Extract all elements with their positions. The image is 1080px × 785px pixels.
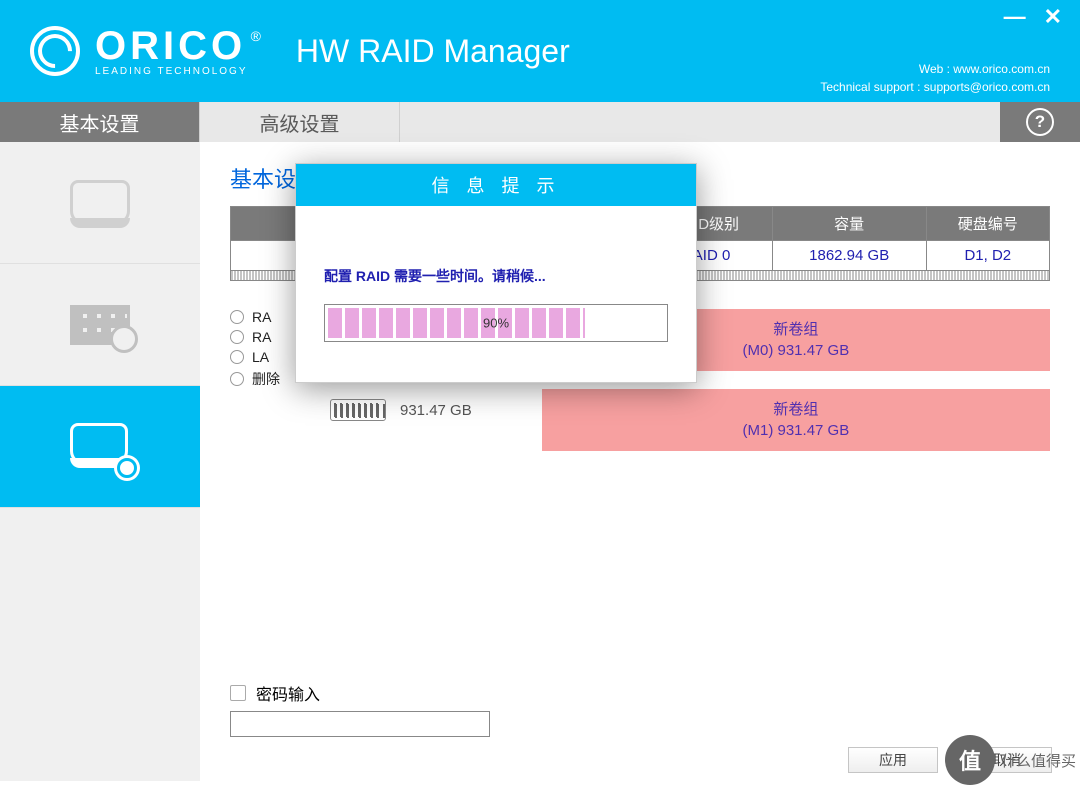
cancel-button[interactable]: 取消 [962, 747, 1052, 773]
radio-icon [230, 350, 244, 364]
password-section: 密码输入 [230, 681, 490, 737]
col-capacity: 容量 [772, 207, 926, 241]
radio-option-1[interactable]: RA [230, 329, 290, 345]
radio-icon [230, 330, 244, 344]
volume-box-1[interactable]: 新卷组 (M1) 931.47 GB [542, 389, 1050, 451]
radio-option-3[interactable]: 删除 [230, 369, 290, 389]
window-controls: — ✕ [1004, 4, 1062, 30]
brand-logo: ORICO ® LEADING TECHNOLOGY HW RAID Manag… [30, 26, 570, 77]
cell-capacity: 1862.94 GB [772, 241, 926, 271]
registered-icon: ® [251, 28, 261, 44]
web-url[interactable]: www.orico.com.cn [953, 62, 1050, 76]
sidebar-item-raid-config[interactable] [0, 386, 200, 508]
app-title: HW RAID Manager [296, 33, 570, 70]
disk-gear-icon [70, 423, 130, 471]
volume-name: 新卷组 [542, 399, 1050, 420]
support-label: Technical support : [820, 80, 920, 94]
radio-option-0[interactable]: RA [230, 309, 290, 325]
volume-label: (M1) 931.47 GB [542, 420, 1050, 441]
tab-basic[interactable]: 基本设置 [0, 102, 200, 142]
sidebar [0, 142, 200, 781]
drive-size: 931.47 GB [400, 402, 472, 419]
cell-disk-id: D1, D2 [926, 241, 1049, 271]
close-icon[interactable]: ✕ [1044, 4, 1062, 30]
web-label: Web : [919, 62, 950, 76]
col-disk-id: 硬盘编号 [926, 207, 1049, 241]
sidebar-item-schedule[interactable] [0, 264, 200, 386]
drive-row-1: 931.47 GB [330, 399, 472, 421]
disk-icon [70, 180, 130, 225]
radio-icon [230, 310, 244, 324]
help-button[interactable]: ? [1000, 102, 1080, 142]
help-icon: ? [1026, 108, 1054, 136]
sidebar-item-disk[interactable] [0, 142, 200, 264]
modal-message: 配置 RAID 需要一些时间。请稍候... [324, 266, 668, 286]
header-links: Web : www.orico.com.cn Technical support… [820, 60, 1050, 96]
radio-option-2[interactable]: LA [230, 349, 290, 365]
footer-buttons: 应用 取消 [848, 747, 1052, 773]
radio-icon [230, 372, 244, 386]
tabs-bar: 基本设置 高级设置 ? [0, 102, 1080, 142]
brand-name: ORICO [95, 24, 246, 68]
app-header: ORICO ® LEADING TECHNOLOGY HW RAID Manag… [0, 0, 1080, 102]
modal-title: 信 息 提 示 [296, 164, 696, 206]
brand-tagline: LEADING TECHNOLOGY [95, 66, 261, 77]
progress-text: 90% [483, 316, 509, 331]
drive-list: 931.47 GB [330, 399, 472, 421]
calendar-grid-icon [70, 305, 130, 345]
raid-mode-options: RA RA LA 删除 [230, 309, 290, 451]
password-checkbox[interactable] [230, 685, 246, 701]
support-email[interactable]: supports@orico.com.cn [924, 80, 1050, 94]
drive-chip-icon [330, 399, 386, 421]
progress-bar: 90% [324, 304, 668, 342]
tab-advanced[interactable]: 高级设置 [200, 102, 400, 142]
password-input[interactable] [230, 711, 490, 737]
progress-fill [328, 308, 585, 338]
brand-mark-icon [30, 26, 80, 76]
password-label: 密码输入 [256, 681, 320, 705]
apply-button[interactable]: 应用 [848, 747, 938, 773]
minimize-icon[interactable]: — [1004, 4, 1026, 30]
info-modal: 信 息 提 示 配置 RAID 需要一些时间。请稍候... 90% [295, 163, 697, 383]
